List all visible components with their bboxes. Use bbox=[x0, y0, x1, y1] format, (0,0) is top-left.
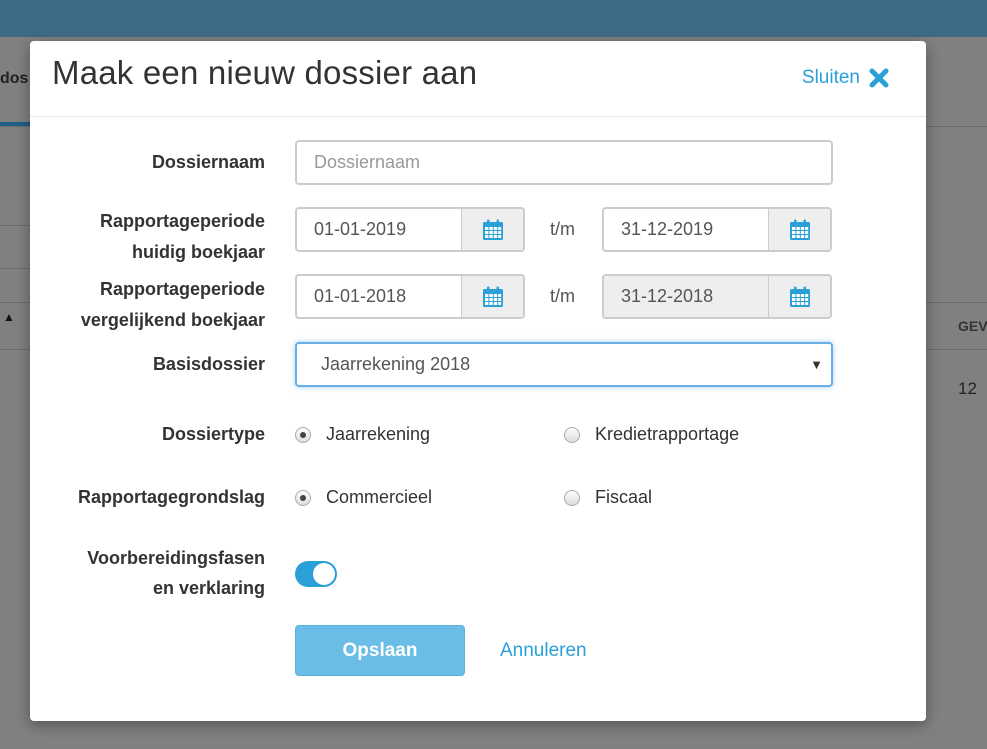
period-current-label-line2: huidig boekjaar bbox=[131, 242, 265, 262]
grondslag-option-fiscaal[interactable]: Fiscaal bbox=[564, 487, 652, 508]
close-button[interactable]: Sluiten bbox=[802, 67, 890, 89]
period-compare-end-value: 31-12-2018 bbox=[604, 276, 769, 317]
period-compare-start-calendar-button[interactable] bbox=[462, 276, 523, 317]
dossiertype-option-label: Kredietrapportage bbox=[595, 424, 740, 444]
period-current-end-calendar-button[interactable] bbox=[769, 209, 830, 250]
period-current-start-calendar-button[interactable] bbox=[462, 209, 523, 250]
background-divider bbox=[0, 268, 30, 269]
app-topbar bbox=[0, 0, 987, 37]
close-icon bbox=[869, 68, 889, 88]
radio-checked-icon[interactable] bbox=[295, 426, 311, 443]
voorbereiding-toggle[interactable] bbox=[295, 561, 337, 587]
new-dossier-modal: Maak een nieuw dossier aan Sluiten Dossi… bbox=[30, 41, 926, 721]
toggle-knob bbox=[313, 563, 335, 585]
period-compare-separator: t/m bbox=[550, 286, 575, 306]
calendar-icon bbox=[482, 219, 503, 240]
dossiertype-label: Dossiertype bbox=[161, 424, 265, 444]
sort-up-icon: ▲ bbox=[3, 310, 15, 324]
radio-unchecked-icon[interactable] bbox=[564, 426, 580, 443]
period-compare-end-calendar-button[interactable] bbox=[769, 276, 830, 317]
radio-checked-icon[interactable] bbox=[295, 489, 311, 506]
grondslag-option-label: Fiscaal bbox=[595, 487, 653, 507]
grondslag-option-label: Commercieel bbox=[326, 487, 433, 507]
period-compare-label-line2: vergelijkend boekjaar bbox=[80, 310, 265, 330]
dossiertype-option-jaarrekening[interactable]: Jaarrekening bbox=[295, 424, 430, 445]
close-label: Sluiten bbox=[801, 67, 860, 88]
period-compare-start-value[interactable]: 01-01-2018 bbox=[297, 276, 462, 317]
dossiernaam-label: Dossiernaam bbox=[151, 152, 265, 172]
grondslag-label: Rapportagegrondslag bbox=[77, 487, 265, 507]
background-divider bbox=[0, 225, 30, 226]
dossiernaam-input[interactable] bbox=[295, 140, 833, 185]
background-tab: dos bbox=[0, 70, 29, 87]
period-compare-end-field: 31-12-2018 bbox=[602, 274, 832, 319]
period-current-end-field[interactable]: 31-12-2019 bbox=[602, 207, 832, 252]
period-current-start-value[interactable]: 01-01-2019 bbox=[297, 209, 462, 250]
period-current-start-field[interactable]: 01-01-2019 bbox=[295, 207, 525, 252]
calendar-icon bbox=[482, 286, 503, 307]
period-current-end-value[interactable]: 31-12-2019 bbox=[604, 209, 769, 250]
chevron-down-icon: ▼ bbox=[810, 357, 823, 372]
basisdossier-label: Basisdossier bbox=[152, 354, 265, 374]
period-current-separator: t/m bbox=[550, 219, 575, 239]
grondslag-option-commercieel[interactable]: Commercieel bbox=[295, 487, 432, 508]
basisdossier-select[interactable]: Jaarrekening 2018 ▼ bbox=[295, 342, 833, 387]
background-column-header: GEV bbox=[958, 318, 987, 334]
dossiertype-option-kredietrapportage[interactable]: Kredietrapportage bbox=[564, 424, 739, 445]
dossiertype-option-label: Jaarrekening bbox=[326, 424, 431, 444]
calendar-icon bbox=[789, 219, 810, 240]
cancel-link[interactable]: Annuleren bbox=[500, 625, 587, 676]
radio-unchecked-icon[interactable] bbox=[564, 489, 580, 506]
period-current-label-line1: Rapportageperiode bbox=[99, 211, 265, 231]
save-button[interactable]: Opslaan bbox=[295, 625, 465, 676]
voorbereiding-label-line1: Voorbereidingsfasen bbox=[87, 548, 265, 568]
period-compare-label-line1: Rapportageperiode bbox=[99, 279, 265, 299]
basisdossier-selected-value: Jaarrekening 2018 bbox=[321, 354, 471, 374]
period-compare-start-field[interactable]: 01-01-2018 bbox=[295, 274, 525, 319]
background-table-cell: 12 bbox=[958, 379, 977, 398]
modal-header: Maak een nieuw dossier aan Sluiten bbox=[30, 41, 926, 117]
voorbereiding-label-line2: en verklaring bbox=[152, 578, 265, 598]
calendar-icon bbox=[789, 286, 810, 307]
modal-title: Maak een nieuw dossier aan bbox=[52, 54, 478, 91]
